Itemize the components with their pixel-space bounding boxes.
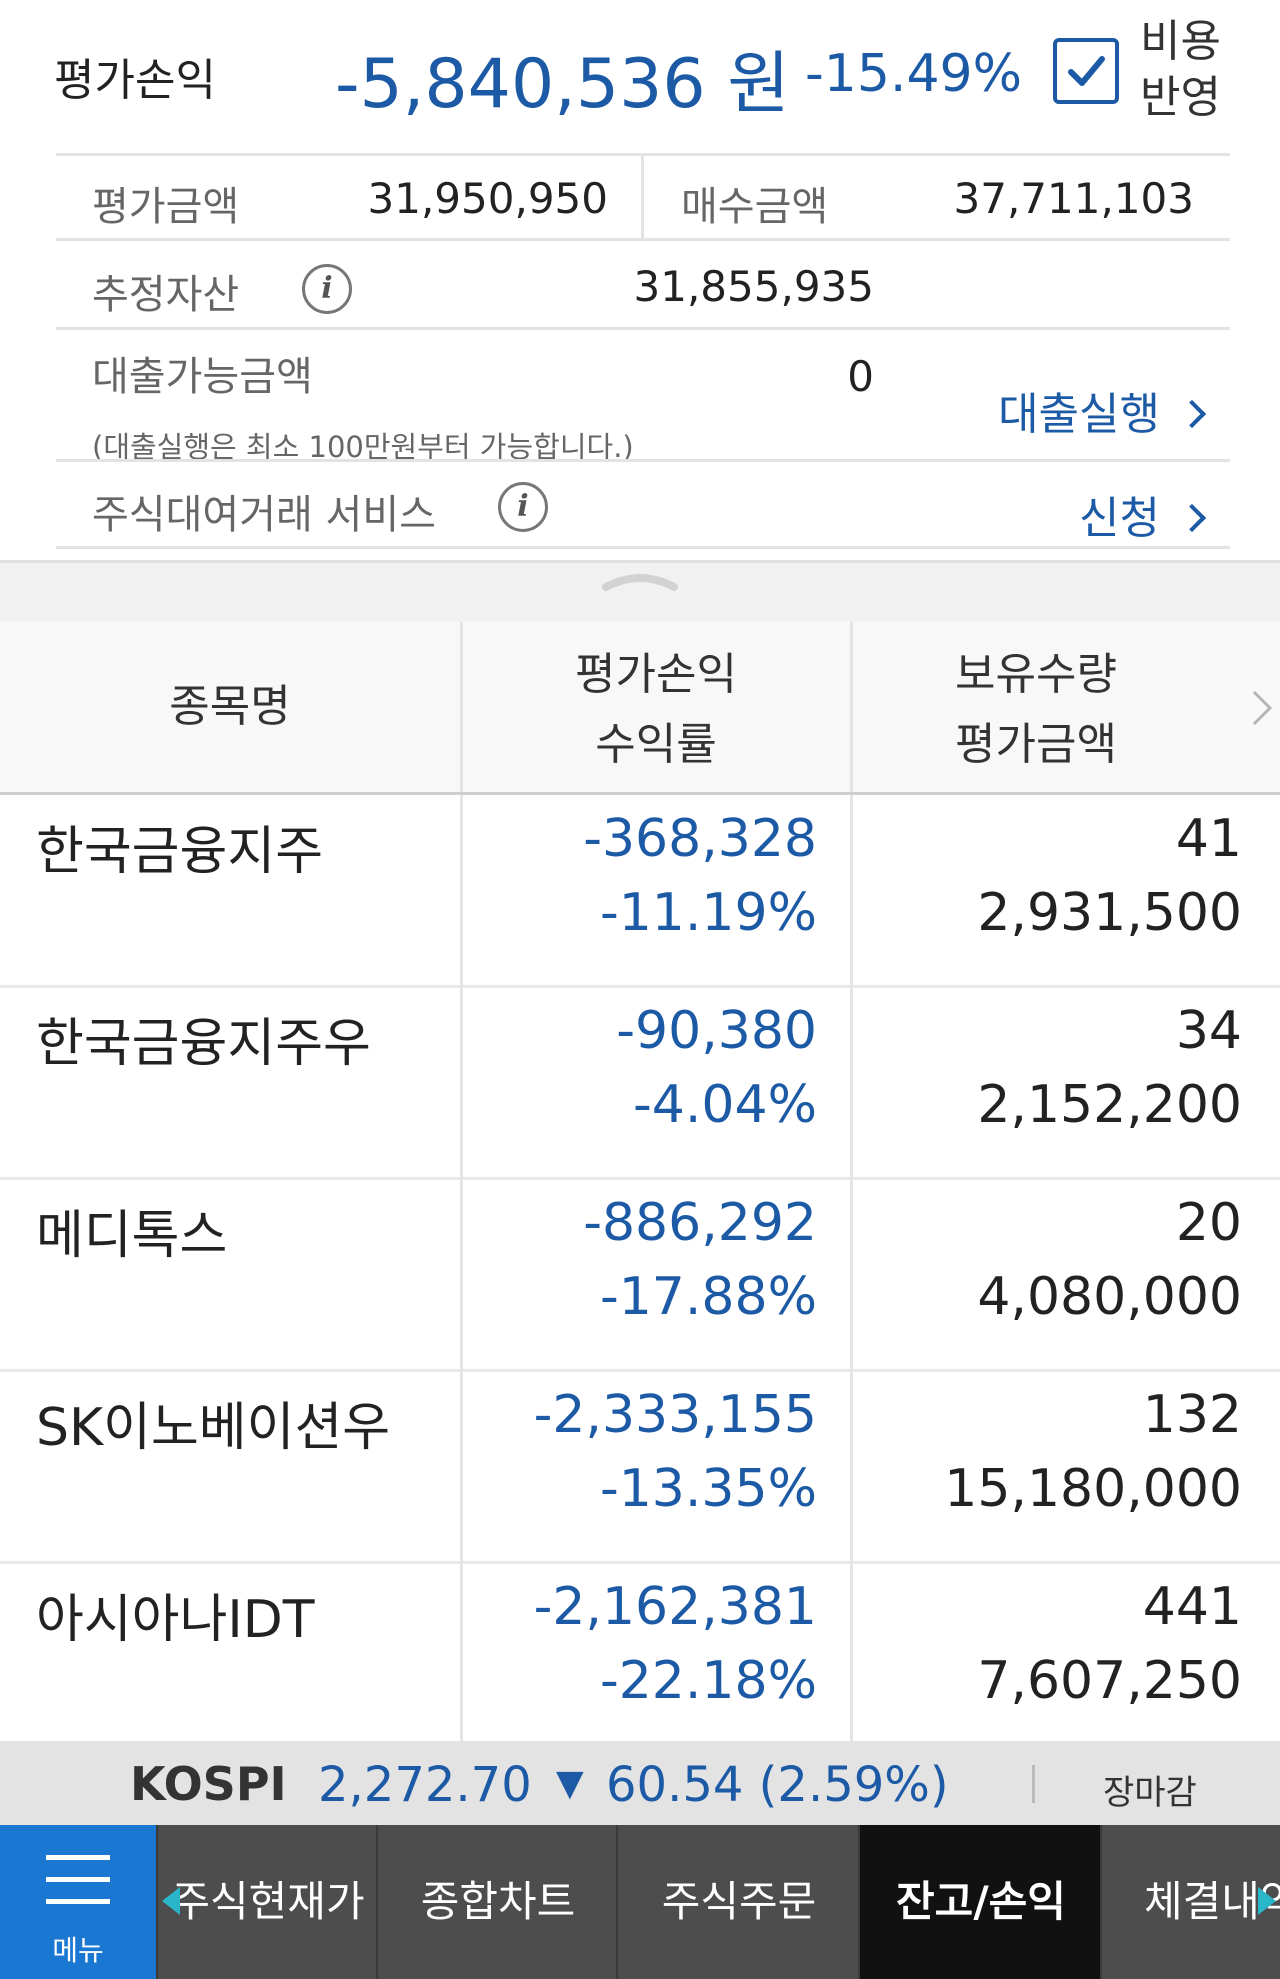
table-header: 종목명 평가손익 수익률 보유수량 평가금액 <box>0 622 1280 795</box>
chevron-right-icon <box>1177 503 1207 533</box>
loan-available-label: 대출가능금액 <box>92 354 313 400</box>
header-separator <box>460 622 463 792</box>
loan-available-value: 0 <box>847 352 874 401</box>
chevron-right-icon[interactable] <box>1250 688 1274 728</box>
nav-item-label: 잔고/손익 <box>896 1877 1066 1926</box>
nav-item-label: 주식주문 <box>661 1877 817 1926</box>
collapse-handle[interactable] <box>0 560 1280 625</box>
down-arrow-icon: ▼ <box>556 1763 584 1804</box>
column-header-qty: 보유수량 평가금액 <box>852 622 1280 792</box>
column-header-qty-line2: 평가금액 <box>955 719 1117 770</box>
index-value: 2,272.70 <box>318 1757 532 1813</box>
stock-qty: 41 <box>1175 809 1242 869</box>
header-separator <box>850 622 853 792</box>
column-header-name: 종목명 <box>0 622 460 792</box>
stock-rate: -4.04% <box>633 1075 817 1135</box>
est-assets-value: 31,855,935 <box>633 262 874 311</box>
index-change: 60.54 (2.59%) <box>606 1757 949 1813</box>
stock-qty: 34 <box>1175 1001 1242 1061</box>
stock-amount: 15,180,000 <box>944 1459 1242 1519</box>
stock-name: 메디톡스 <box>36 1206 228 1266</box>
nav-item-stock-price[interactable]: 주식현재가 <box>156 1825 378 1979</box>
column-header-name-label: 종목명 <box>169 681 291 732</box>
nav-item-chart[interactable]: 종합차트 <box>376 1825 618 1979</box>
column-header-pl-line1: 평가손익 <box>575 649 737 700</box>
stock-pl: -90,380 <box>616 1001 817 1061</box>
stock-qty: 132 <box>1142 1385 1242 1445</box>
index-ticker-bar[interactable]: KOSPI 2,272.70 ▼ 60.54 (2.59%) 장마감 <box>0 1741 1280 1825</box>
chevron-up-icon <box>602 574 678 591</box>
eval-pl-value: -5,840,536 원 <box>335 45 790 124</box>
market-status: 장마감 <box>1103 1773 1197 1813</box>
nav-item-balance-pl[interactable]: 잔고/손익 <box>858 1825 1102 1979</box>
stock-amount: 7,607,250 <box>977 1651 1242 1711</box>
stock-lending-apply-link[interactable]: 신청 <box>1079 482 1207 546</box>
divider <box>56 459 1230 462</box>
stock-qty: 441 <box>1142 1577 1242 1637</box>
table-row[interactable]: SK이노베이션우 -2,333,155 -13.35% 132 15,180,0… <box>0 1371 1280 1564</box>
stock-lending-label: 주식대여거래 서비스 <box>92 492 436 538</box>
nav-item-execution[interactable]: 체결내역 <box>1100 1825 1280 1979</box>
table-row[interactable]: 한국금융지주우 -90,380 -4.04% 34 2,152,200 <box>0 987 1280 1180</box>
loan-execute-link[interactable]: 대출실행 <box>998 378 1207 442</box>
column-separator <box>850 795 853 1741</box>
stock-pl: -368,328 <box>583 809 817 869</box>
stock-amount: 4,080,000 <box>977 1267 1242 1327</box>
stock-name: 한국금융지주우 <box>36 1014 371 1074</box>
stock-amount: 2,152,200 <box>977 1075 1242 1135</box>
eval-pl-label: 평가손익 <box>54 55 216 106</box>
scroll-left-icon[interactable] <box>162 1887 180 1915</box>
stock-rate: -13.35% <box>599 1459 817 1519</box>
purchase-amount-value: 37,711,103 <box>953 174 1194 223</box>
stock-pl: -2,333,155 <box>533 1385 817 1445</box>
menu-button[interactable]: 메뉴 <box>0 1825 156 1979</box>
scroll-right-icon[interactable] <box>1258 1887 1276 1915</box>
summary-vertical-divider <box>641 156 644 238</box>
info-icon[interactable]: i <box>302 264 352 314</box>
column-header-pl: 평가손익 수익률 <box>462 622 850 792</box>
stock-rate: -11.19% <box>599 883 817 943</box>
eval-amount-label: 평가금액 <box>92 184 240 230</box>
stock-name: SK이노베이션우 <box>36 1398 391 1458</box>
cost-reflect-line1: 비용 <box>1140 16 1221 67</box>
purchase-amount-label: 매수금액 <box>681 184 829 230</box>
bottom-nav: 메뉴 주식현재가 종합차트 주식주문 잔고/손익 체결내역 <box>0 1825 1280 1979</box>
cost-reflect-checkbox[interactable] <box>1053 38 1119 104</box>
index-name: KOSPI <box>130 1757 287 1811</box>
checkmark-icon <box>1068 56 1105 86</box>
eval-pl-rate: -15.49% <box>805 44 1023 104</box>
cost-reflect-label[interactable]: 비용 반영 <box>1140 14 1221 126</box>
column-header-qty-line1: 보유수량 <box>955 649 1117 700</box>
chevron-right-icon <box>1177 399 1207 429</box>
divider <box>56 546 1230 549</box>
ticker-divider <box>1032 1765 1035 1803</box>
table-row[interactable]: 메디톡스 -886,292 -17.88% 20 4,080,000 <box>0 1179 1280 1372</box>
column-header-pl-line2: 수익률 <box>595 719 717 770</box>
stock-pl: -2,162,381 <box>533 1577 817 1637</box>
menu-label: 메뉴 <box>52 1934 104 1967</box>
stock-name: 아시아나IDT <box>36 1590 315 1650</box>
stock-name: 한국금융지주 <box>36 822 324 882</box>
eval-amount-value: 31,950,950 <box>367 174 608 223</box>
column-separator <box>460 795 463 1741</box>
hamburger-menu-icon <box>46 1855 110 1904</box>
stock-rate: -22.18% <box>599 1651 817 1711</box>
nav-item-label: 주식현재가 <box>171 1877 365 1926</box>
est-assets-label: 추정자산 <box>92 272 240 318</box>
stock-pl: -886,292 <box>583 1193 817 1253</box>
stock-amount: 2,931,500 <box>977 883 1242 943</box>
stock-qty: 20 <box>1175 1193 1242 1253</box>
cost-reflect-line2: 반영 <box>1140 72 1221 123</box>
table-row[interactable]: 한국금융지주 -368,328 -11.19% 41 2,931,500 <box>0 795 1280 988</box>
stock-rate: -17.88% <box>599 1267 817 1327</box>
divider <box>56 327 1230 330</box>
stock-lending-apply-label: 신청 <box>1079 493 1160 544</box>
nav-item-order[interactable]: 주식주문 <box>616 1825 860 1979</box>
nav-item-label: 종합차트 <box>420 1877 576 1926</box>
divider <box>56 238 1230 241</box>
table-row[interactable]: 아시아나IDT -2,162,381 -22.18% 441 7,607,250 <box>0 1563 1280 1753</box>
loan-execute-label: 대출실행 <box>998 389 1160 440</box>
info-icon[interactable]: i <box>498 482 548 532</box>
